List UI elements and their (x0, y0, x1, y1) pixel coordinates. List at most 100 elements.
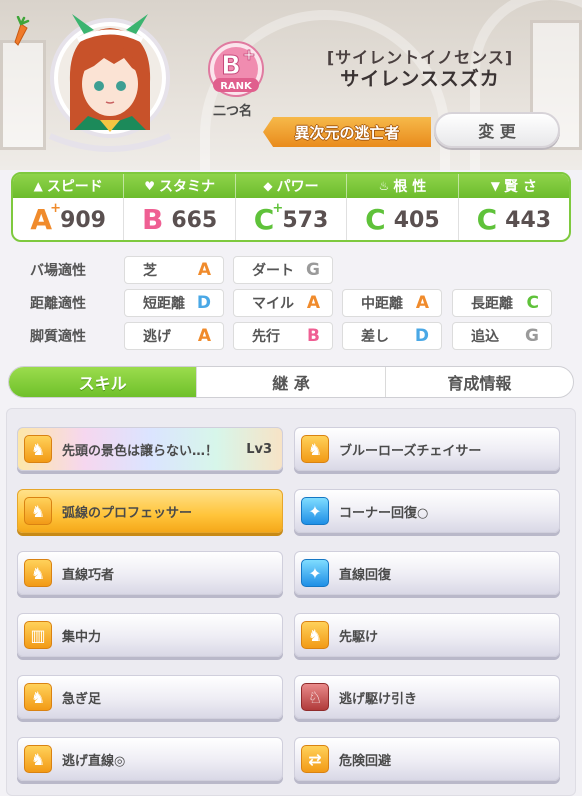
aptitude-label: バ場適性 (30, 263, 86, 279)
aptitude-distance-0: 短距離 D (124, 289, 224, 317)
aptitude-grade: A (197, 260, 211, 280)
stat-header-3: ♨ 根 性 (347, 174, 459, 198)
skill-name: 先駆け (339, 629, 379, 645)
aptitude-name: 中距離 (361, 296, 403, 312)
grade-plus: + (272, 201, 284, 216)
aptitude-grade: A (197, 326, 211, 346)
skill-card[interactable]: ✦ 直線回復 (294, 551, 560, 595)
aptitude-grade: A (306, 293, 320, 313)
tab-bar: スキル継 承育成情報 (8, 366, 574, 398)
skill-card[interactable]: ♞ 逃げ直線◎ (17, 737, 283, 781)
skill-card[interactable]: ✦ コーナー回復○ (294, 489, 560, 533)
rank-word: RANK (220, 81, 253, 92)
rank-badge: B + RANK (208, 41, 264, 97)
stat-cell-0: A +909 (13, 198, 125, 240)
character-header: B + RANK 二つ名 [サイレントイノセンス] サイレンススズカ 異次元の逃… (0, 0, 582, 170)
heart-icon: ♥ (144, 179, 155, 193)
running-horse-icon: ♞ (301, 621, 329, 649)
tab-skills[interactable]: スキル (9, 367, 198, 397)
skill-card[interactable]: ⇄ 危険回避 (294, 737, 560, 781)
skill-level: Lv3 (246, 441, 272, 457)
skill-name: 危険回避 (339, 753, 392, 769)
change-title-button[interactable]: 変 更 (434, 112, 560, 148)
aptitude-name: 長距離 (471, 296, 513, 312)
stat-label: 賢 さ (504, 179, 537, 195)
skill-name: コーナー回復○ (339, 505, 429, 521)
skill-name: 直線回復 (339, 567, 392, 583)
stats-panel: ▲ スピード ♥ スタミナ ◆ パワー ♨ 根 性 ▼ 賢 さ A +909 B 665 C +573 C 40… (11, 172, 571, 242)
skill-name: ブルーローズチェイサー (339, 443, 482, 459)
skill-name: 逃げ駆け引き (339, 691, 418, 707)
stat-grade: C (476, 203, 498, 236)
skills-panel: ♞ 先頭の景色は譲らない…！ Lv3 ♞ ブルーローズチェイサー ♞ 弧線のプロフェッサー ✦… (6, 408, 576, 796)
stat-value: 405 (393, 207, 440, 233)
aptitude-style-1: 先行 B (233, 322, 333, 350)
horse-head-icon: ♘ (301, 683, 329, 711)
aptitude-name: 芝 (143, 263, 157, 279)
running-horse-icon: ♞ (301, 435, 329, 463)
stat-grade: A + (30, 201, 62, 236)
running-horse-icon: ♞ (24, 435, 52, 463)
stat-label: 根 性 (393, 179, 427, 195)
stat-grade: C + (253, 201, 284, 236)
skill-card[interactable]: ♞ ブルーローズチェイサー (294, 427, 560, 471)
aptitude-label: 脚質適性 (30, 329, 86, 345)
stat-grade: B (141, 203, 164, 236)
running-horse-icon: ♞ (24, 497, 52, 525)
character-portrait (48, 14, 172, 152)
stat-cell-4: C 443 (459, 198, 569, 240)
aptitude-grade: D (196, 293, 211, 313)
stat-value: 573 (282, 207, 329, 233)
carrot-icon[interactable] (10, 16, 32, 46)
aptitude-row-track: バ場適性 芝 A ダート G (0, 256, 582, 284)
swap-arrows-icon: ⇄ (301, 745, 329, 773)
grade-plus: + (50, 201, 62, 216)
skill-name: 弧線のプロフェッサー (62, 505, 193, 521)
skill-name: 急ぎ足 (62, 691, 102, 707)
skill-card[interactable]: ▥ 集中力 (17, 613, 283, 657)
character-name: サイレンススズカ (340, 68, 500, 90)
tab-inheritance[interactable]: 継 承 (197, 367, 386, 397)
stat-header-2: ◆ パワー (236, 174, 348, 198)
stat-value: 665 (171, 207, 218, 233)
title-ribbon: 異次元の逃亡者 (263, 117, 431, 147)
skill-card[interactable]: ♞ 先頭の景色は譲らない…！ Lv3 (17, 427, 283, 471)
aptitude-style-0: 逃げ A (124, 322, 224, 350)
aptitude-name: 逃げ (143, 329, 171, 345)
aptitude-grade: G (525, 326, 539, 346)
aptitude-grade: B (307, 326, 320, 346)
skill-card[interactable]: ♞ 弧線のプロフェッサー (17, 489, 283, 533)
stats-header-row: ▲ スピード ♥ スタミナ ◆ パワー ♨ 根 性 ▼ 賢 さ (13, 174, 569, 198)
flame-icon: ♨ (378, 179, 390, 193)
nickname-label: 二つ名 (213, 104, 253, 119)
aptitude-distance-2: 中距離 A (342, 289, 442, 317)
stat-label: パワー (276, 179, 319, 195)
skill-name: 先頭の景色は譲らない…！ (62, 443, 219, 459)
aptitude-row-distance: 距離適性 短距離 D マイル A 中距離 A 長距離 C (0, 289, 582, 317)
skill-card[interactable]: ♞ 直線巧者 (17, 551, 283, 595)
skill-name: 集中力 (62, 629, 102, 645)
aptitude-row-style: 脚質適性 逃げ A 先行 B 差し D 追込 G (0, 322, 582, 350)
aptitude-name: 追込 (471, 329, 499, 345)
stat-value: 443 (505, 207, 552, 233)
rank-plus: + (242, 45, 255, 64)
aptitude-track-1: ダート G (233, 256, 333, 284)
skill-card[interactable]: ♞ 先駆け (294, 613, 560, 657)
skill-card[interactable]: ♞ 急ぎ足 (17, 675, 283, 719)
rank-letter: B (221, 51, 241, 81)
aptitude-name: マイル (252, 296, 294, 312)
running-horse-icon: ♞ (24, 683, 52, 711)
gate-icon: ▥ (24, 621, 52, 649)
aptitude-name: 短距離 (143, 296, 185, 312)
stat-label: スピード (46, 179, 103, 195)
tab-training-info[interactable]: 育成情報 (386, 367, 573, 397)
aptitude-track-0: 芝A (124, 256, 224, 284)
aptitude-name: 差し (361, 329, 389, 345)
aptitude-label: 距離適性 (30, 296, 86, 312)
aptitude-grade: D (414, 326, 429, 346)
skill-card[interactable]: ♘ 逃げ駆け引き (294, 675, 560, 719)
stat-header-1: ♥ スタミナ (124, 174, 236, 198)
aptitude-name: ダート (252, 263, 294, 279)
stat-label: スタミナ (158, 179, 215, 195)
stat-header-4: ▼ 賢 さ (459, 174, 569, 198)
